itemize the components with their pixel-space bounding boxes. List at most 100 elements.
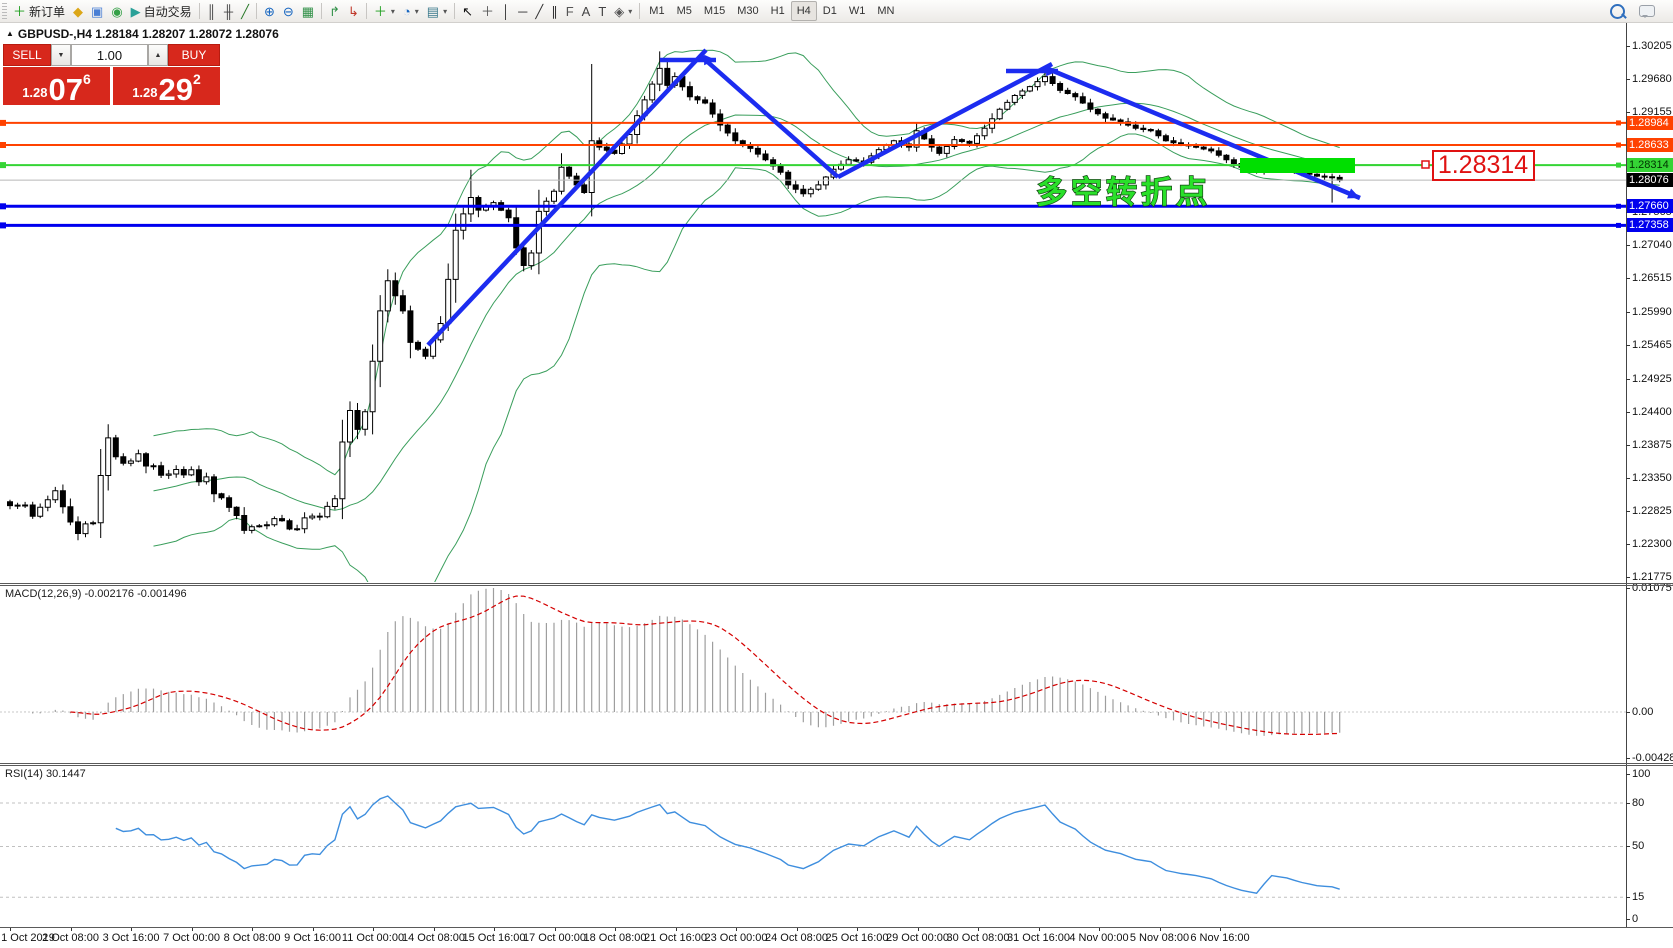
time-axis[interactable]: 1 Oct 20192 Oct 08:003 Oct 16:007 Oct 00… [0, 928, 1673, 948]
chat-icon[interactable] [1639, 5, 1655, 17]
price-axis-tick-label: 1.25990 [1632, 306, 1672, 318]
macd-pane [0, 588, 1626, 736]
macd-axis-label: 0.00 [1632, 706, 1653, 718]
time-axis-label: 3 Oct 16:00 [103, 932, 160, 944]
horizontal-level-lines[interactable] [0, 120, 1626, 228]
zoom-out-button[interactable]: ⊖ [279, 1, 298, 21]
volume-input[interactable]: 1.00 [71, 44, 148, 66]
buy-button[interactable]: BUY [168, 44, 220, 66]
dropdown-caret-icon[interactable]: ▾ [391, 7, 395, 16]
search-icon[interactable] [1610, 4, 1625, 19]
price-level-tag: 1.28984 [1627, 116, 1673, 130]
price-axis-tick-label: 1.30205 [1632, 40, 1672, 52]
toolbar-separator [366, 3, 367, 19]
template-button[interactable]: ▤▾ [423, 1, 451, 21]
buy-price-big: 29 [159, 77, 193, 103]
hline-button[interactable]: ─ [514, 1, 531, 21]
zoom-in-button[interactable]: ⊕ [260, 1, 279, 21]
trendline-button[interactable]: ╱ [531, 1, 547, 21]
price-axis-tick-mark [1626, 245, 1630, 246]
line-chart-button[interactable]: ╱ [237, 1, 253, 21]
timeframe-h1-button[interactable]: H1 [765, 2, 791, 20]
price-axis-tick-mark [1626, 112, 1630, 113]
buy-price-button[interactable]: 1.28 29 2 [113, 67, 220, 105]
collapse-triangle-icon[interactable]: ▲ [6, 29, 14, 38]
trendline-icon: ╱ [535, 5, 543, 18]
candlestick-button[interactable]: ╫ [220, 1, 237, 21]
time-axis-label: 30 Oct 08:00 [947, 932, 1010, 944]
sell-button[interactable]: SELL [3, 44, 51, 66]
timeframe-m1-button[interactable]: M1 [643, 2, 670, 20]
pane-separator[interactable] [0, 763, 1673, 764]
sell-price-sup: 6 [83, 71, 91, 87]
timeframe-m15-button[interactable]: M15 [698, 2, 731, 20]
volume-decrease-button[interactable]: ▼ [51, 44, 71, 66]
dropdown-caret-icon[interactable]: ▾ [443, 7, 447, 16]
timeframe-mn-button[interactable]: MN [871, 2, 900, 20]
highlight-rectangle[interactable] [1240, 158, 1355, 173]
cursor-button[interactable]: ↖ [458, 1, 477, 21]
timeframe-w1-button[interactable]: W1 [843, 2, 872, 20]
sell-price-button[interactable]: 1.28 07 6 [3, 67, 110, 105]
channel-button[interactable]: ∥ [547, 1, 562, 21]
symbol-ohlc-text: GBPUSD-,H4 1.28184 1.28207 1.28072 1.280… [18, 27, 279, 41]
text-button[interactable]: A [578, 1, 595, 21]
time-axis-label: 8 Oct 08:00 [224, 932, 281, 944]
time-axis-label: 31 Oct 16:00 [1007, 932, 1070, 944]
terminal-icon: ▣ [91, 5, 103, 18]
toolbar: ＋新订单◆▣◉▶自动交易║╫╱⊕⊖▦↱↳＋▾◔▾▤▾↖＋│─╱∥FAT◈▾M1M… [0, 0, 1673, 23]
tag-button[interactable]: ◆ [69, 1, 87, 21]
arrange-up-button[interactable]: ↱ [325, 1, 344, 21]
crosshair-button[interactable]: ＋ [477, 1, 498, 21]
down-candles [8, 68, 1343, 533]
template-icon: ▤ [427, 5, 439, 18]
timeframe-h4-button[interactable]: H4 [791, 1, 817, 21]
price-axis-tick-mark [1626, 278, 1630, 279]
vline-button[interactable]: │ [498, 1, 514, 21]
price-axis-tick-label: 1.24925 [1632, 373, 1672, 385]
add-indicator-button[interactable]: ＋▾ [370, 1, 399, 21]
label-button[interactable]: T [594, 1, 610, 21]
price-axis-tick-label: 1.27040 [1632, 239, 1672, 251]
dropdown-caret-icon[interactable]: ▾ [415, 7, 419, 16]
timeframe-m5-button[interactable]: M5 [671, 2, 698, 20]
period-button[interactable]: ◔▾ [399, 1, 423, 21]
channel-icon: ∥ [551, 5, 558, 18]
dropdown-caret-icon[interactable]: ▾ [628, 7, 632, 16]
rsi-axis-label: 0 [1632, 913, 1638, 925]
signals-icon: ◉ [111, 5, 122, 18]
new-order-button[interactable]: ＋新订单 [9, 1, 69, 21]
toolbar-separator [454, 3, 455, 19]
shapes-button[interactable]: ◈▾ [610, 1, 636, 21]
up-candles [15, 68, 1274, 533]
rsi-line [116, 796, 1340, 893]
chart-canvas[interactable]: 1.28314 多空转折点 [0, 0, 1673, 948]
pane-separator[interactable] [0, 583, 1673, 584]
tile-windows-button[interactable]: ▦ [298, 1, 318, 21]
price-axis-tick-mark [1626, 79, 1630, 80]
time-axis-label: 21 Oct 16:00 [644, 932, 707, 944]
fibo-button[interactable]: F [562, 1, 578, 21]
time-axis-label: 2 Oct 08:00 [42, 932, 99, 944]
bar-chart-button[interactable]: ║ [203, 1, 220, 21]
time-axis-label: 23 Oct 00:00 [705, 932, 768, 944]
main-pane: 1.28314 多空转折点 [0, 50, 1626, 626]
autotrading-button[interactable]: ▶自动交易 [127, 1, 196, 21]
pane-separator [0, 765, 1673, 766]
symbol-ohlc-caption: ▲ GBPUSD-,H4 1.28184 1.28207 1.28072 1.28… [6, 27, 279, 41]
arrange-down-button[interactable]: ↳ [344, 1, 363, 21]
line-chart-icon: ╱ [241, 5, 249, 18]
timeframe-m30-button[interactable]: M30 [731, 2, 764, 20]
timeframe-d1-button[interactable]: D1 [817, 2, 843, 20]
rsi-axis-tick-mark [1626, 846, 1630, 847]
turning-point-annotation[interactable]: 多空转折点 [1036, 175, 1211, 210]
volume-increase-button[interactable]: ▲ [148, 44, 168, 66]
price-level-tag: 1.27660 [1627, 199, 1673, 213]
rsi-axis-tick-mark [1626, 803, 1630, 804]
macd-label: MACD(12,26,9) -0.002176 -0.001496 [5, 588, 187, 600]
price-axis-tick-mark [1626, 379, 1630, 380]
time-axis-label: 25 Oct 16:00 [826, 932, 889, 944]
toolbar-grip [2, 3, 7, 19]
signals-button[interactable]: ◉ [107, 1, 126, 21]
terminal-button[interactable]: ▣ [87, 1, 107, 21]
